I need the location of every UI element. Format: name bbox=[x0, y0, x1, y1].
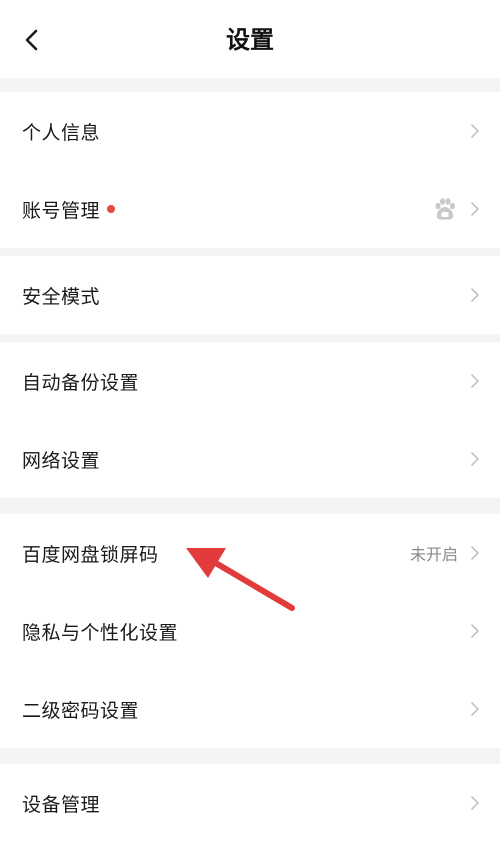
settings-group-account: 个人信息 账号管理 bbox=[0, 92, 500, 248]
baidu-paw-icon bbox=[435, 198, 456, 220]
settings-group-privacy: 百度网盘锁屏码 未开启 隐私与个性化设置 二级密码设置 bbox=[0, 514, 500, 748]
settings-item-label: 个人信息 bbox=[22, 121, 101, 144]
chevron-right-icon bbox=[468, 621, 482, 641]
chevron-right-icon bbox=[468, 121, 482, 141]
settings-item-personal-info[interactable]: 个人信息 bbox=[0, 92, 500, 170]
settings-item-account-management[interactable]: 账号管理 bbox=[0, 170, 500, 248]
page-title: 设置 bbox=[226, 26, 274, 54]
settings-item-label: 网络设置 bbox=[22, 449, 101, 472]
chevron-right-icon bbox=[468, 793, 482, 813]
top-bar: 设置 bbox=[0, 0, 500, 78]
chevron-right-icon bbox=[468, 371, 482, 391]
chevron-right-icon bbox=[468, 699, 482, 719]
settings-item-device-management[interactable]: 设备管理 bbox=[0, 764, 500, 842]
status-text: 未开启 bbox=[409, 545, 458, 564]
settings-item-label: 百度网盘锁屏码 bbox=[22, 543, 159, 566]
settings-item-label: 安全模式 bbox=[22, 285, 101, 308]
settings-item-safe-mode[interactable]: 安全模式 bbox=[0, 256, 500, 334]
settings-item-secondary-password[interactable]: 二级密码设置 bbox=[0, 670, 500, 748]
settings-item-label: 设备管理 bbox=[22, 793, 101, 816]
chevron-right-icon bbox=[468, 199, 482, 219]
settings-item-auto-backup[interactable]: 自动备份设置 bbox=[0, 342, 500, 420]
notification-dot bbox=[107, 205, 115, 213]
chevron-right-icon bbox=[468, 543, 482, 563]
chevron-right-icon bbox=[468, 285, 482, 305]
settings-group-backup-network: 自动备份设置 网络设置 bbox=[0, 342, 500, 498]
settings-item-label: 隐私与个性化设置 bbox=[22, 621, 179, 644]
chevron-right-icon bbox=[468, 449, 482, 469]
settings-item-network[interactable]: 网络设置 bbox=[0, 420, 500, 498]
settings-item-label: 二级密码设置 bbox=[22, 699, 140, 722]
settings-item-privacy-personalization[interactable]: 隐私与个性化设置 bbox=[0, 592, 500, 670]
settings-group-devices: 设备管理 bbox=[0, 764, 500, 851]
settings-item-label: 账号管理 bbox=[22, 199, 101, 222]
settings-group-security: 安全模式 bbox=[0, 256, 500, 334]
settings-item-lock-screen-code[interactable]: 百度网盘锁屏码 未开启 bbox=[0, 514, 500, 592]
settings-item-label: 自动备份设置 bbox=[22, 371, 140, 394]
